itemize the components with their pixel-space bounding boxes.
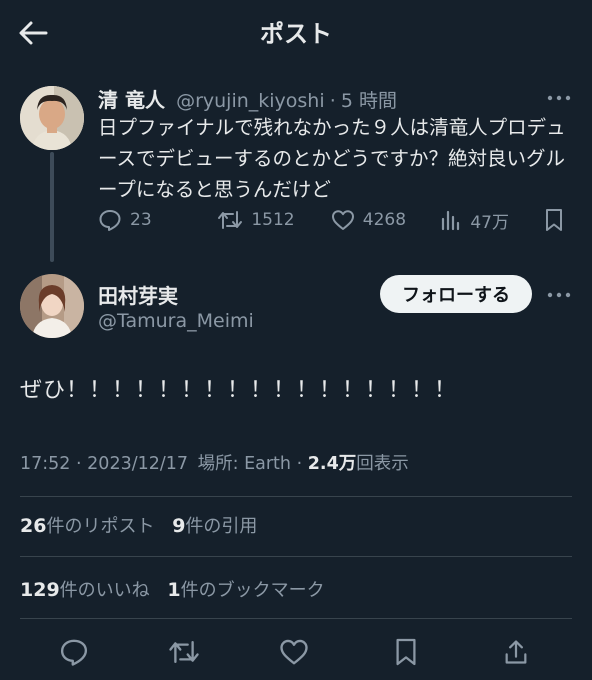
- bookmark-button[interactable]: [544, 208, 572, 232]
- like-stat-count: 129: [20, 579, 60, 601]
- repost-stat-label: 件のリポスト: [46, 516, 155, 537]
- main-avatar[interactable]: [20, 274, 84, 338]
- post-view-label: 回表示: [356, 454, 409, 474]
- repost-stat-link[interactable]: 26件のリポスト: [20, 515, 160, 537]
- repost-icon: [218, 211, 243, 229]
- top-bar: ポスト: [0, 0, 592, 64]
- avatar-image: [20, 274, 84, 338]
- bookmark-stat-count: 1: [167, 579, 181, 601]
- reply-icon: [60, 639, 88, 666]
- share-button[interactable]: [496, 632, 536, 672]
- share-icon: [505, 640, 527, 664]
- parent-action-bar: 23 1512 4268 47万: [98, 202, 572, 238]
- parent-avatar[interactable]: [20, 86, 84, 150]
- parent-post-text: 日プファイナルで残れなかった９人は清竜人プロデュースでデビューするのとかどうです…: [98, 116, 566, 201]
- main-action-bar: [0, 626, 592, 680]
- like-count: 4268: [362, 210, 407, 230]
- more-icon: [547, 292, 571, 298]
- like-button[interactable]: 4268: [331, 209, 441, 231]
- like-button[interactable]: [274, 632, 314, 672]
- parent-time[interactable]: 5 時間: [341, 90, 397, 112]
- reply-count: 23: [130, 210, 152, 230]
- like-stats: 129件のいいね 1件のブックマーク: [20, 576, 325, 602]
- heart-icon: [280, 639, 308, 665]
- post-meta: 17:52 · 2023/12/17 場所: Earth · 2.4万回表示: [20, 450, 409, 475]
- follow-button[interactable]: フォローする: [380, 275, 532, 313]
- quote-stat-link[interactable]: 9件の引用: [172, 515, 258, 537]
- like-stat-label: 件のいいね: [59, 580, 150, 601]
- divider: [20, 618, 572, 619]
- analytics-icon: [442, 210, 460, 231]
- repost-stat-count: 26: [20, 515, 47, 537]
- page-title: ポスト: [260, 20, 332, 48]
- divider: [20, 496, 572, 497]
- main-author-name[interactable]: 田村芽実: [98, 280, 178, 309]
- reply-button[interactable]: [54, 632, 94, 672]
- repost-count: 1512: [251, 210, 295, 230]
- repost-icon: [169, 640, 199, 664]
- bookmark-icon: [546, 209, 562, 231]
- views-button[interactable]: 47万: [440, 208, 544, 233]
- post-location: 場所: Earth: [197, 454, 292, 474]
- avatar-image: [20, 86, 84, 150]
- more-icon: [547, 95, 571, 101]
- bookmark-button[interactable]: [386, 632, 426, 672]
- separator: ·: [76, 454, 82, 474]
- main-post-text: ぜひ！！！！！！！！！！！！！！！！！: [20, 378, 458, 403]
- view-count: 47万: [470, 212, 509, 233]
- bookmark-stat-label: 件のブックマーク: [180, 580, 325, 601]
- post-time[interactable]: 17:52: [20, 454, 70, 474]
- reply-button[interactable]: 23: [98, 208, 217, 232]
- divider: [20, 556, 572, 557]
- parent-handle[interactable]: @ryujin_kiyoshi: [176, 90, 325, 112]
- like-stat-link[interactable]: 129件のいいね: [20, 579, 155, 601]
- post-view-count: 2.4万: [307, 454, 357, 474]
- heart-icon: [331, 210, 354, 230]
- main-handle[interactable]: @Tamura_Meimi: [98, 310, 254, 332]
- bookmark-icon: [396, 638, 416, 666]
- parent-more-button[interactable]: [544, 88, 574, 108]
- thread-line: [50, 152, 54, 262]
- reply-icon: [99, 210, 121, 231]
- main-more-button[interactable]: [544, 285, 574, 305]
- bookmark-stat-link[interactable]: 1件のブックマーク: [167, 579, 325, 601]
- separator: ·: [296, 454, 303, 474]
- parent-header: 清 竜人 @ryujin_kiyoshi · 5 時間: [98, 84, 397, 113]
- separator: ·: [329, 90, 336, 112]
- quote-stat-count: 9: [172, 515, 186, 537]
- repost-button[interactable]: [164, 632, 204, 672]
- quote-stat-label: 件の引用: [185, 516, 258, 537]
- repost-button[interactable]: 1512: [217, 208, 330, 232]
- post-date[interactable]: 2023/12/17: [87, 454, 188, 474]
- parent-author-name[interactable]: 清 竜人: [98, 88, 165, 112]
- repost-stats: 26件のリポスト 9件の引用: [20, 512, 257, 538]
